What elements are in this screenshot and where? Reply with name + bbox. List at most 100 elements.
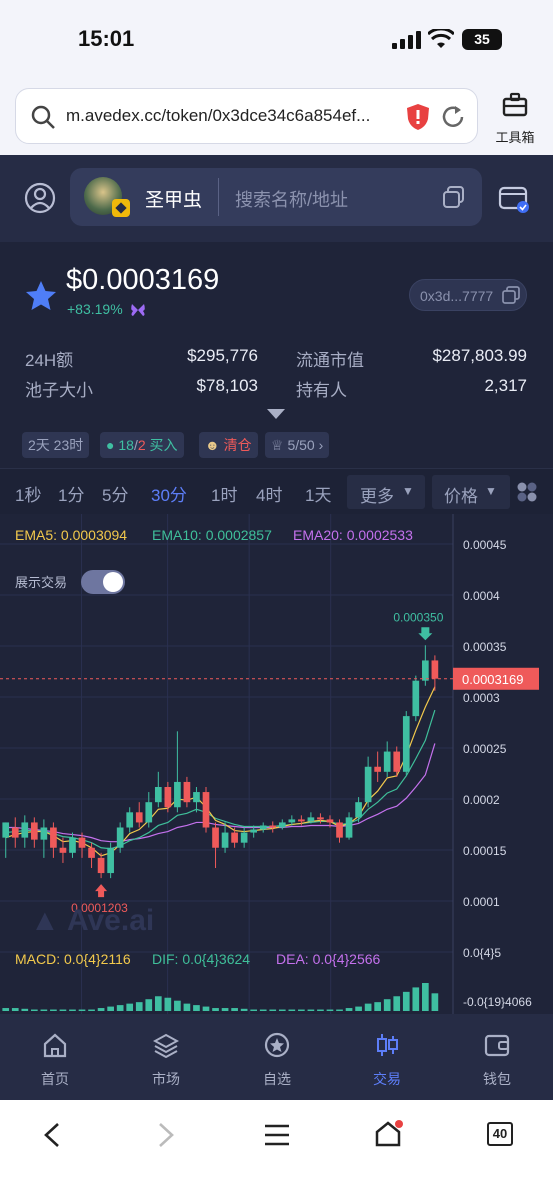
buy-count: 18 [118, 437, 134, 453]
price-dropdown[interactable]: 价格 ▼ [432, 475, 510, 509]
candle-body [221, 832, 229, 848]
watermark-text: Ave.ai [66, 904, 155, 937]
buy-chip[interactable]: ● 18/2 买入 [100, 432, 184, 458]
volume-bar [145, 999, 153, 1011]
tf-4h[interactable]: 4时 [256, 481, 282, 506]
clear-chip[interactable]: ☻ 清仓 [199, 432, 258, 458]
volume-bar [183, 1003, 191, 1011]
layers-icon [152, 1033, 180, 1059]
status-time: 15:01 [78, 26, 135, 51]
current-price-label: 0.0003169 [462, 672, 523, 687]
status-bar: 15:01 35 [0, 0, 553, 80]
tf-1d[interactable]: 1天 [305, 481, 331, 506]
tf-1m[interactable]: 1分 [58, 481, 84, 506]
candle-body [231, 832, 238, 843]
show-trades-label: 展示交易 [15, 575, 68, 590]
price-axis-label: 0.0003 [463, 691, 500, 705]
candle-body [164, 787, 172, 808]
candle-body [345, 817, 353, 838]
copy-icon[interactable] [442, 185, 466, 209]
nav-wallet[interactable]: 钱包 [457, 1032, 537, 1089]
score-chip[interactable]: ♕ 5/50 › [265, 432, 330, 458]
signal-icon [392, 31, 421, 49]
ave-logo-icon: ▲ [30, 904, 60, 937]
candle-body [355, 802, 362, 818]
back-icon[interactable] [42, 1122, 62, 1148]
forward-icon[interactable] [156, 1122, 176, 1148]
dea-label: DEA: 0.0{4}2566 [276, 951, 381, 967]
candle-body [135, 812, 143, 823]
volume-bar [30, 1009, 38, 1011]
menu-icon[interactable] [264, 1124, 290, 1146]
candle-body [30, 822, 38, 840]
nav-home[interactable]: 首页 [15, 1032, 95, 1089]
url-bar[interactable]: m.avedex.cc/token/0x3dce34c6a854ef... [15, 88, 478, 144]
candle-body [50, 827, 57, 848]
price-axis-label: 0.0001 [463, 895, 500, 909]
ema20-label: EMA20: 0.0002533 [293, 527, 413, 543]
price-axis-label: 0.00015 [463, 844, 507, 858]
expand-stats-icon[interactable] [266, 408, 286, 420]
candle-body [145, 802, 153, 823]
candle-body [317, 817, 324, 820]
candle-body [2, 822, 10, 838]
contract-address-button[interactable]: 0x3d...7777 [409, 279, 527, 311]
volume-bar [97, 1008, 105, 1011]
timeframe-bar: 1秒 1分 5分 30分 1时 4时 1天 更多 ▼ 价格 ▼ [0, 468, 553, 514]
volume-bar [116, 1005, 124, 1011]
tf-5m[interactable]: 5分 [102, 481, 128, 506]
home-browser-icon[interactable] [374, 1118, 404, 1148]
nav-trade[interactable]: 交易 [347, 1032, 427, 1089]
volume-bar [402, 991, 410, 1011]
volume-bar [212, 1008, 219, 1011]
volume-bar [193, 1005, 200, 1011]
user-icon[interactable] [24, 182, 56, 214]
nav-market[interactable]: 市场 [126, 1032, 206, 1089]
show-trades-toggle[interactable] [81, 570, 125, 594]
candle-body [154, 787, 162, 803]
volume-bar [154, 996, 162, 1011]
volume-bar [59, 1009, 67, 1011]
shield-icon[interactable] [406, 103, 430, 131]
favorite-star-icon[interactable] [25, 280, 57, 311]
volume-bar [78, 1009, 86, 1011]
more-dropdown[interactable]: 更多 ▼ [347, 475, 425, 509]
price-chart[interactable]: 0.00045 0.0004 0.00035 0.0003 0.00025 0.0002 0… [0, 514, 553, 1014]
toolbox-button[interactable]: 工具箱 [490, 92, 540, 146]
chevron-down-icon: ▼ [402, 484, 414, 498]
nav-label: 市场 [152, 1071, 180, 1087]
chart-settings-icon[interactable] [515, 480, 539, 504]
stat-value: $287,803.99 [432, 346, 527, 365]
candle-body [393, 751, 401, 772]
nav-watchlist[interactable]: 自选 [237, 1032, 317, 1089]
volume-bar [240, 1008, 248, 1011]
low-arrow-icon [95, 884, 108, 898]
volume-bar [326, 1009, 334, 1011]
search-input[interactable]: 搜索名称/地址 [235, 186, 348, 212]
home-icon [43, 1033, 67, 1058]
tf-1h[interactable]: 1时 [211, 481, 237, 506]
volume-bar [135, 1002, 143, 1011]
tabs-count-button[interactable]: 40 [487, 1122, 513, 1146]
candle-body [307, 817, 315, 822]
volume-bar [374, 1002, 381, 1011]
nav-label: 自选 [263, 1071, 291, 1087]
candle-body [193, 792, 200, 803]
stat-label: 24H额 [25, 351, 74, 370]
reload-icon[interactable] [441, 103, 467, 131]
star-circle-icon [264, 1032, 290, 1058]
price-axis-label: 0.00025 [463, 742, 507, 756]
copy-address-icon [502, 286, 520, 304]
watermark-logo: ▲ Ave.ai [30, 904, 154, 938]
volume-bar [364, 1003, 372, 1011]
tf-1s[interactable]: 1秒 [15, 481, 41, 506]
candle-body [183, 781, 191, 803]
volume-bar [40, 1009, 48, 1011]
age-chip: 2天 23时 [22, 432, 90, 458]
token-search-box[interactable]: 圣甲虫 搜索名称/地址 [70, 168, 482, 226]
wifi-icon [428, 29, 454, 48]
wallet-connect-icon[interactable] [498, 183, 530, 215]
volume-bar [221, 1008, 229, 1011]
volume-bar [231, 1008, 238, 1011]
tf-30m[interactable]: 30分 [151, 481, 187, 506]
